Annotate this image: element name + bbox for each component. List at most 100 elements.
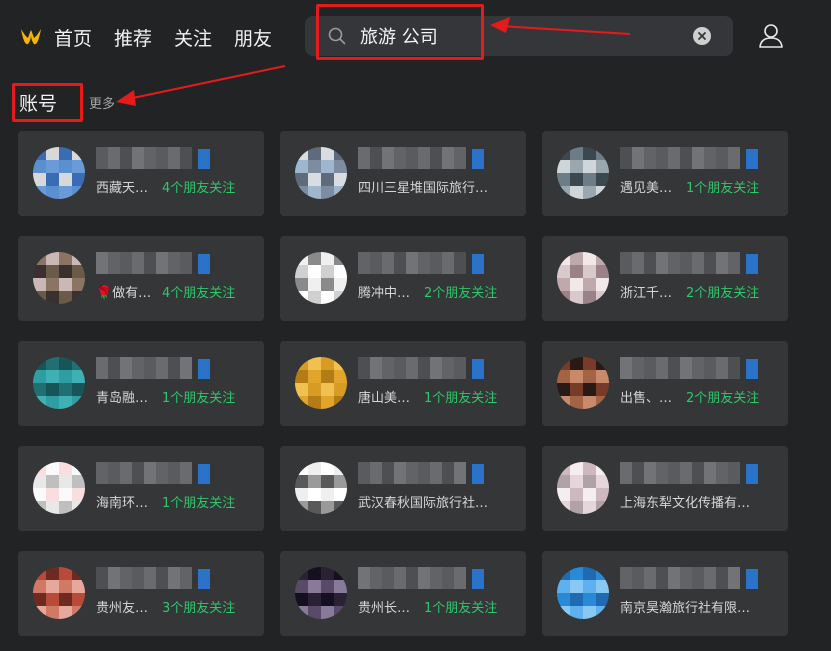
account-name-blurred[interactable] (620, 252, 740, 274)
account-card[interactable]: 四川三星堆国际旅行… (280, 131, 526, 216)
friends-following-count: 1个朋友关注 (162, 391, 236, 406)
account-name-blurred[interactable] (620, 357, 740, 379)
account-description: 🌹做有… (96, 286, 152, 301)
account-name-blurred[interactable] (620, 567, 740, 589)
verified-badge-icon (746, 254, 758, 274)
account-avatar[interactable] (295, 252, 347, 304)
friends-following-count: 2个朋友关注 (424, 286, 498, 301)
main-nav: 首页 推荐 关注 朋友 (54, 24, 272, 51)
account-avatar[interactable] (557, 252, 609, 304)
account-name-blurred[interactable] (620, 462, 740, 484)
search-input[interactable] (360, 22, 660, 50)
account-card[interactable]: 出售、… 2个朋友关注 (542, 341, 788, 426)
verified-badge-icon (746, 149, 758, 169)
app-logo-icon[interactable] (18, 24, 44, 50)
friends-following-count: 1个朋友关注 (424, 601, 498, 616)
verified-badge-icon (746, 359, 758, 379)
account-card[interactable]: 贵州长… 1个朋友关注 (280, 551, 526, 636)
nav-item-following[interactable]: 关注 (174, 24, 212, 51)
verified-badge-icon (198, 149, 210, 169)
nav-item-home[interactable]: 首页 (54, 24, 92, 51)
account-name-blurred[interactable] (620, 147, 740, 169)
account-avatar[interactable] (33, 357, 85, 409)
verified-badge-icon (746, 464, 758, 484)
account-card[interactable]: 海南环… 1个朋友关注 (18, 446, 264, 531)
clear-search-icon[interactable] (693, 27, 711, 45)
account-avatar[interactable] (295, 147, 347, 199)
top-bar: 首页 推荐 关注 朋友 (0, 0, 831, 72)
friends-following-count: 1个朋友关注 (686, 181, 760, 196)
account-card[interactable]: 南京昊瀚旅行社有限… (542, 551, 788, 636)
account-card[interactable]: 遇见美… 1个朋友关注 (542, 131, 788, 216)
search-bar[interactable] (305, 16, 733, 56)
account-name-blurred[interactable] (96, 567, 192, 589)
account-description: 贵州长… (358, 601, 411, 616)
account-description: 腾冲中… (358, 286, 411, 301)
account-avatar[interactable] (557, 357, 609, 409)
verified-badge-icon (472, 149, 484, 169)
account-card[interactable]: 🌹做有… 4个朋友关注 (18, 236, 264, 321)
user-profile-icon[interactable] (757, 22, 785, 50)
verified-badge-icon (472, 254, 484, 274)
account-avatar[interactable] (557, 462, 609, 514)
account-description: 唐山美… (358, 391, 411, 406)
friends-following-count: 4个朋友关注 (162, 286, 236, 301)
account-name-blurred[interactable] (96, 462, 192, 484)
account-name-blurred[interactable] (358, 567, 466, 589)
verified-badge-icon (198, 569, 210, 589)
account-description: 四川三星堆国际旅行… (358, 181, 489, 196)
verified-badge-icon (472, 464, 484, 484)
account-description: 出售、… (620, 391, 673, 406)
account-avatar[interactable] (33, 147, 85, 199)
account-avatar[interactable] (557, 147, 609, 199)
more-link[interactable]: 更多 (89, 93, 115, 112)
account-avatar[interactable] (295, 357, 347, 409)
account-avatar[interactable] (33, 252, 85, 304)
account-card[interactable]: 浙江千… 2个朋友关注 (542, 236, 788, 321)
account-description: 浙江千… (620, 286, 673, 301)
verified-badge-icon (198, 359, 210, 379)
account-name-blurred[interactable] (358, 462, 466, 484)
account-description: 武汉春秋国际旅行社… (358, 496, 489, 511)
account-card[interactable]: 青岛融… 1个朋友关注 (18, 341, 264, 426)
friends-following-count: 1个朋友关注 (162, 496, 236, 511)
account-avatar[interactable] (295, 462, 347, 514)
account-description: 西藏天… (96, 181, 149, 196)
nav-item-friends[interactable]: 朋友 (234, 24, 272, 51)
account-avatar[interactable] (295, 567, 347, 619)
account-card[interactable]: 腾冲中… 2个朋友关注 (280, 236, 526, 321)
friends-following-count: 2个朋友关注 (686, 391, 760, 406)
account-name-blurred[interactable] (358, 147, 466, 169)
account-avatar[interactable] (33, 462, 85, 514)
nav-item-recommend[interactable]: 推荐 (114, 24, 152, 51)
account-card[interactable]: 上海东犁文化传播有… (542, 446, 788, 531)
account-description: 遇见美… (620, 181, 673, 196)
account-name-blurred[interactable] (358, 357, 466, 379)
account-name-blurred[interactable] (358, 252, 466, 274)
account-description: 上海东犁文化传播有… (620, 496, 751, 511)
friends-following-count: 3个朋友关注 (162, 601, 236, 616)
friends-following-count: 2个朋友关注 (686, 286, 760, 301)
verified-badge-icon (198, 254, 210, 274)
verified-badge-icon (472, 569, 484, 589)
verified-badge-icon (198, 464, 210, 484)
verified-badge-icon (746, 569, 758, 589)
friends-following-count: 4个朋友关注 (162, 181, 236, 196)
account-name-blurred[interactable] (96, 147, 192, 169)
account-avatar[interactable] (557, 567, 609, 619)
account-card[interactable]: 武汉春秋国际旅行社… (280, 446, 526, 531)
account-description: 南京昊瀚旅行社有限… (620, 601, 751, 616)
account-description: 海南环… (96, 496, 149, 511)
account-avatar[interactable] (33, 567, 85, 619)
account-description: 青岛融… (96, 391, 149, 406)
verified-badge-icon (472, 359, 484, 379)
account-card[interactable]: 贵州友… 3个朋友关注 (18, 551, 264, 636)
account-name-blurred[interactable] (96, 252, 192, 274)
friends-following-count: 1个朋友关注 (424, 391, 498, 406)
account-card[interactable]: 西藏天… 4个朋友关注 (18, 131, 264, 216)
account-description: 贵州友… (96, 601, 149, 616)
section-title: 账号 (19, 93, 58, 115)
search-icon (328, 27, 346, 45)
account-card[interactable]: 唐山美… 1个朋友关注 (280, 341, 526, 426)
account-name-blurred[interactable] (96, 357, 192, 379)
